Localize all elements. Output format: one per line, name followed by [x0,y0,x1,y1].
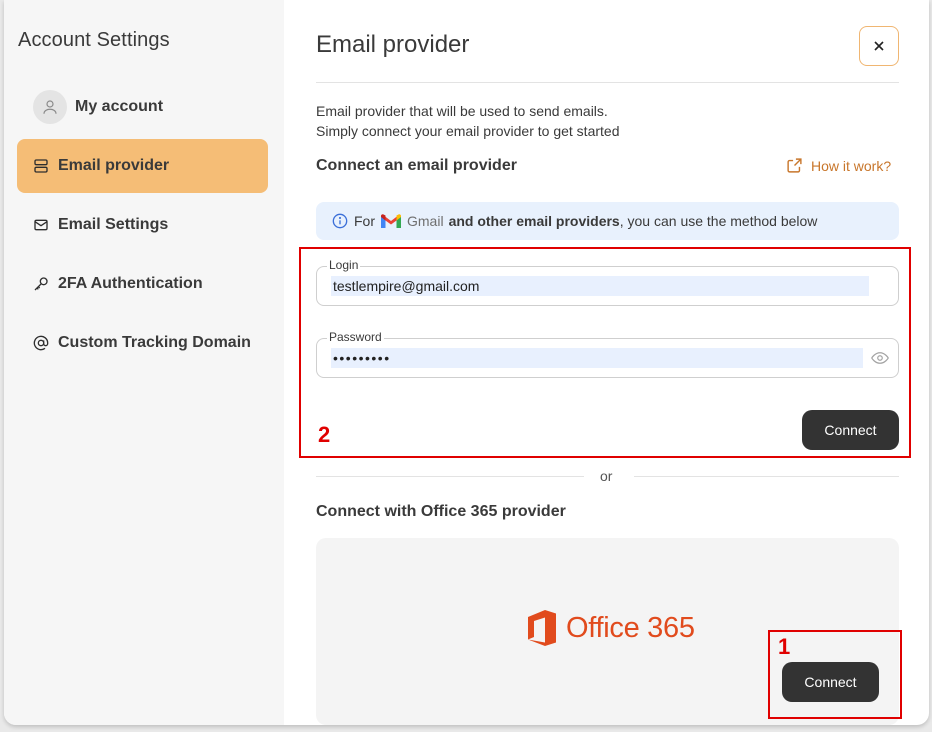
description-line: Email provider that will be used to send… [316,103,608,119]
avatar [33,90,67,124]
sidebar-item-label: My account [75,98,164,115]
sidebar-title: Account Settings [18,29,170,51]
how-it-works-label: How it work? [811,157,892,174]
info-bold-text: and other email providers [448,213,620,229]
key-icon [32,275,50,293]
divider [316,82,899,83]
description: Email provider that will be used to send… [316,101,619,141]
office-section-title: Connect with Office 365 provider [316,503,566,520]
close-icon [874,41,884,51]
info-icon [332,213,348,229]
office-logo-text: Office 365 [566,611,695,644]
annotation-box-2 [299,247,911,458]
info-suffix: , you can use the method below [619,213,818,229]
external-link-icon [787,158,802,173]
sidebar-item-custom-tracking-domain[interactable]: Custom Tracking Domain [17,316,268,370]
mail-icon [32,216,50,234]
office-icon [528,610,556,646]
divider [634,476,899,477]
page-title: Email provider [316,31,470,58]
sidebar-item-email-settings[interactable]: Email Settings [17,198,268,252]
close-button[interactable] [859,26,899,66]
description-line: Simply connect your email provider to ge… [316,123,620,139]
sidebar-item-label: 2FA Authentication [58,275,203,292]
or-separator: or [600,468,613,484]
sidebar: Account Settings My account Email provid… [4,0,284,725]
gmail-word: Gmail [407,213,444,229]
office-365-logo: Office 365 [528,610,695,646]
sidebar-item-label: Custom Tracking Domain [58,334,251,351]
info-prefix: For [354,213,375,229]
sidebar-item-email-provider[interactable]: Email provider [17,139,268,193]
info-banner: For Gmail and other email providers , yo… [316,202,899,240]
sidebar-item-label: Email provider [58,157,170,174]
divider [316,476,584,477]
sidebar-item-label: Email Settings [58,216,169,233]
at-icon [32,334,50,352]
sidebar-item-2fa[interactable]: 2FA Authentication [17,257,268,311]
annotation-number-1: 1 [778,634,791,659]
server-icon [32,157,50,175]
gmail-logo-icon: Gmail [381,213,444,229]
connect-section-title: Connect an email provider [316,157,517,174]
annotation-number-2: 2 [318,422,331,447]
sidebar-item-my-account[interactable]: My account [17,80,268,134]
how-it-works-link[interactable]: How it work? [786,157,891,174]
user-icon [43,100,57,114]
